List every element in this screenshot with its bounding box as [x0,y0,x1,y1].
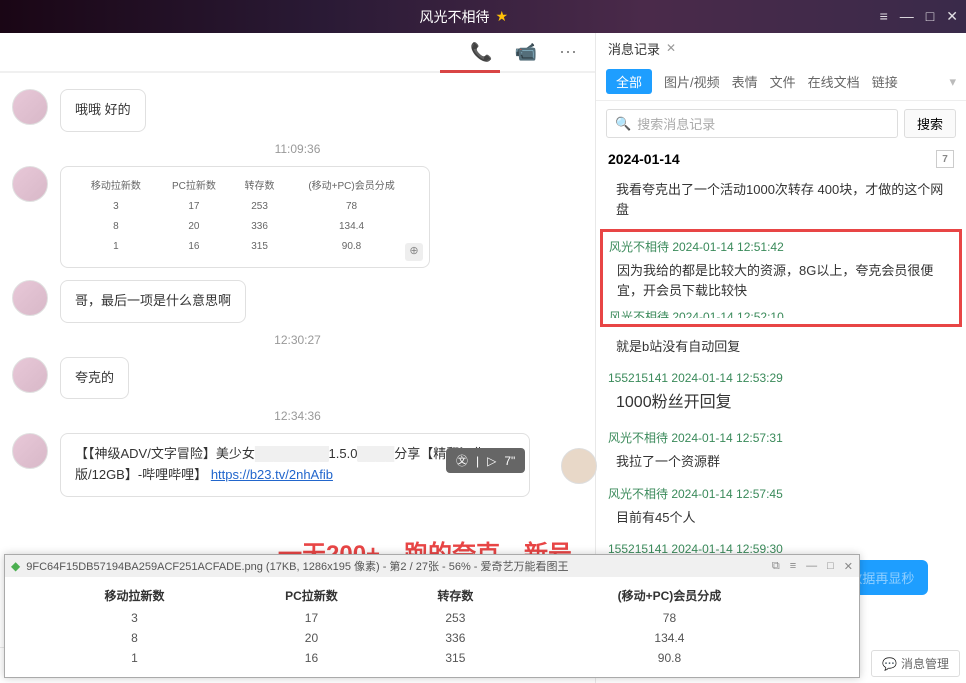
star-icon: ★ [496,8,509,25]
close-button[interactable]: ✕ [946,8,958,25]
viewer-titlebar[interactable]: ◆ 9FC64F15DB57194BA259ACF251ACFADE.png (… [5,555,859,577]
tab-all[interactable]: 全部 [606,69,652,94]
viewer-close-icon[interactable]: ✕ [844,560,853,573]
table-row: 31725378 [41,608,823,628]
image-bubble[interactable]: 移动拉新数PC拉新数转存数(移动+PC)会员分成 31725378 820336… [60,166,430,268]
voice-call-icon[interactable]: 📞 [470,42,492,63]
viewer-app-icon: ◆ [11,559,20,573]
viewer-body: 移动拉新数PC拉新数转存数(移动+PC)会员分成 31725378 820336… [5,577,859,674]
message-icon: 💬 [882,657,897,671]
search-input[interactable]: 🔍 搜索消息记录 [606,109,898,138]
tab-media[interactable]: 图片/视频 [664,72,720,91]
link[interactable]: https://b23.tv/2nhAfib [211,467,333,482]
image-viewer-window: ◆ 9FC64F15DB57194BA259ACF251ACFADE.png (… [4,554,860,678]
chat-header: 📞 📹 ⋯ [0,33,595,73]
message-bubble: 哦哦 好的 [60,89,146,132]
viewer-menu-icon[interactable]: ≡ [790,560,796,573]
tab-file[interactable]: 文件 [770,72,796,91]
timestamp: 11:09:36 [0,138,595,160]
highlighted-record: 风光不相待 2024-01-14 12:51:42 因为我给的都是比较大的资源，… [600,229,962,327]
viewer-maximize-icon[interactable]: □ [827,560,834,573]
record-item: 风光不相待 2024-01-14 12:57:31 我拉了一个资源群 [606,423,956,480]
data-table: 移动拉新数PC拉新数转存数(移动+PC)会员分成 31725378 820336… [41,583,823,668]
window-titlebar: 风光不相待 ★ ≡ — □ ✕ [0,0,966,33]
search-icon: 🔍 [615,116,631,132]
search-row: 🔍 搜索消息记录 搜索 [596,101,966,146]
timestamp: 12:30:27 [0,329,595,351]
message-bubble: 夸克的 [60,357,129,400]
search-button[interactable]: 搜索 [904,109,956,138]
avatar[interactable] [12,89,48,125]
side-tabs: 全部 图片/视频 表情 文件 在线文档 链接 ▾ [596,63,966,101]
avatar[interactable] [12,166,48,202]
message-row: 夸克的 [0,351,595,406]
window-controls: ≡ — □ ✕ [880,8,958,25]
timestamp: 12:34:36 [0,405,595,427]
message-bubble: 哥，最后一项是什么意思啊 [60,280,246,323]
ocr-icon: ㉆ [456,452,468,469]
viewer-title: 9FC64F15DB57194BA259ACF251ACFADE.png (17… [26,558,568,574]
maximize-button[interactable]: □ [926,8,934,25]
table-header-row: 移动拉新数PC拉新数转存数(移动+PC)会员分成 [41,583,823,608]
table-row: 11631590.8 [41,648,823,668]
avatar[interactable] [12,433,48,469]
record-item: 155215141 2024-01-14 12:53:29 1000粉丝开回复 [606,365,956,423]
minimize-button[interactable]: — [900,8,914,25]
viewer-controls: ⧉ ≡ — □ ✕ [772,560,853,573]
record-item: 风光不相待 2024-01-14 12:57:45 目前有45个人 [606,479,956,536]
message-row: 移动拉新数PC拉新数转存数(移动+PC)会员分成 31725378 820336… [0,160,595,274]
ocr-callout[interactable]: ㉆ | ▷ 7" [446,448,525,473]
date-header: 2024-01-14 7 [596,146,966,172]
table-row: 820336134.4 [41,628,823,648]
avatar[interactable] [561,448,595,484]
record-item: 就是b站没有自动回复 [606,329,956,365]
video-call-icon[interactable]: 📹 [515,42,537,63]
message-row: 哥，最后一项是什么意思啊 [0,274,595,329]
message-manage-button[interactable]: 💬 消息管理 [871,650,960,677]
calendar-icon[interactable]: 7 [936,150,954,168]
menu-button[interactable]: ≡ [880,8,888,25]
side-header: 消息记录 ✕ [596,33,966,63]
viewer-minimize-icon[interactable]: — [806,560,817,573]
tab-sticker[interactable]: 表情 [732,72,758,91]
record-item: 风光不相待 2024-01-14 12:51:00 我看夸克出了一个活动1000… [606,172,956,227]
zoom-icon[interactable]: ⊕ [405,243,423,261]
message-row [561,448,595,484]
avatar[interactable] [12,280,48,316]
viewer-pin-icon[interactable]: ⧉ [772,560,780,573]
more-icon[interactable]: ⋯ [559,42,577,63]
tab-link[interactable]: 链接 [872,72,898,91]
window-title: 风光不相待 ★ [420,7,509,27]
close-panel-icon[interactable]: ✕ [666,41,676,55]
tab-doc[interactable]: 在线文档 [808,72,860,91]
tabs-more-icon[interactable]: ▾ [949,74,956,90]
message-row: 哦哦 好的 [0,83,595,138]
play-icon: ▷ [487,454,496,468]
avatar[interactable] [12,357,48,393]
